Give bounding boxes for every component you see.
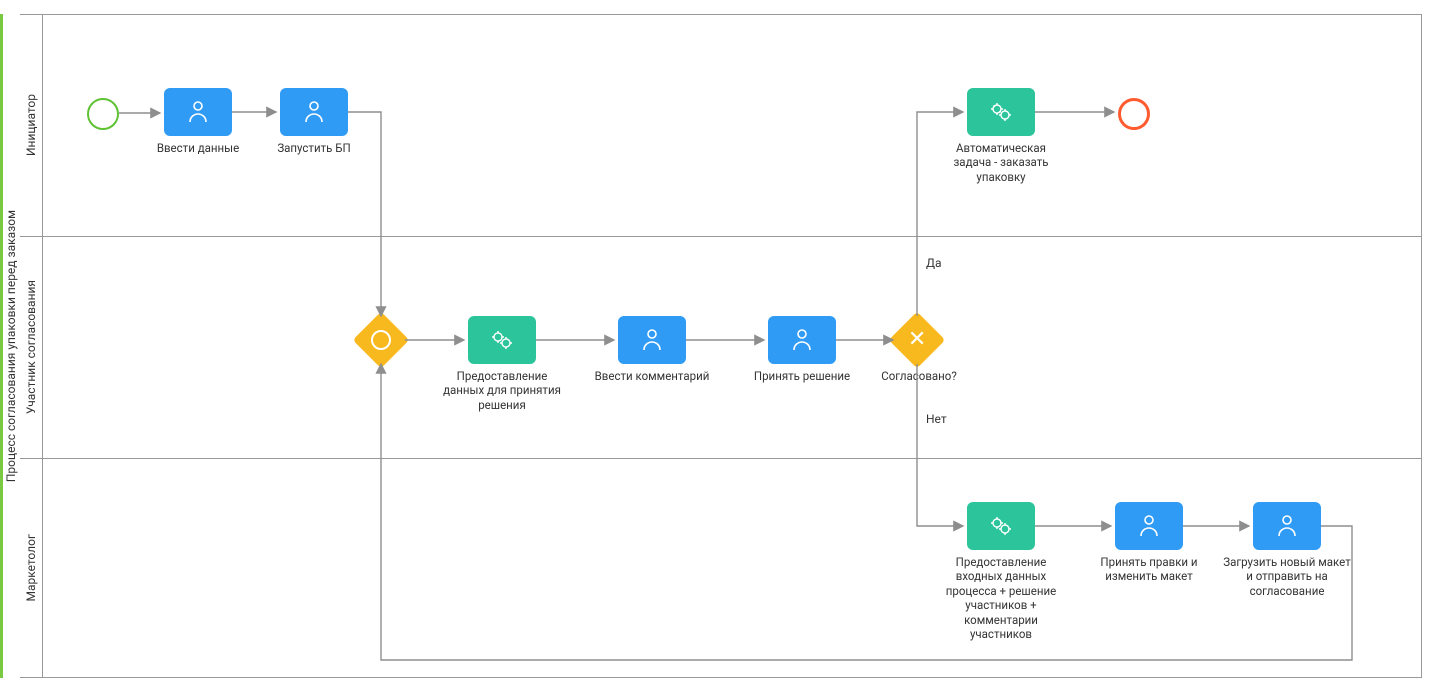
lane-title-approver: Участник согласования: [20, 236, 42, 458]
pool-title: Процесс согласования упаковки перед зака…: [2, 14, 20, 678]
task-start-bp[interactable]: [280, 88, 348, 136]
gateway-exclusive-label: Согласовано?: [880, 369, 958, 383]
task-make-decision[interactable]: [768, 316, 836, 364]
task-auto-order-label: Автоматическая задача - заказать упаковк…: [945, 141, 1057, 184]
start-event[interactable]: [87, 98, 119, 130]
task-enter-comment[interactable]: [618, 316, 686, 364]
task-make-decision-label: Принять решение: [742, 369, 862, 383]
lane-title-initiator: Инициатор: [20, 14, 42, 236]
flow-label-no: Нет: [926, 412, 947, 426]
task-provide-decision-data[interactable]: [468, 316, 536, 364]
flow-label-yes: Да: [926, 256, 942, 270]
bpmn-canvas: Процесс согласования упаковки перед зака…: [0, 0, 1429, 691]
process-icon: [489, 327, 515, 353]
task-enter-comment-label: Ввести комментарий: [590, 369, 714, 383]
gateway-inclusive[interactable]: [361, 320, 401, 360]
user-icon: [791, 328, 813, 352]
task-auto-order[interactable]: [967, 88, 1035, 136]
user-icon: [303, 100, 325, 124]
lane-divider-1: [20, 236, 1422, 237]
task-accept-edits[interactable]: [1115, 502, 1183, 550]
lane-title-marketer: Маркетолог: [20, 458, 42, 678]
task-provide-input-data[interactable]: [967, 502, 1035, 550]
task-upload-new-layout[interactable]: [1253, 502, 1321, 550]
process-icon: [988, 513, 1014, 539]
process-icon: [988, 99, 1014, 125]
task-provide-decision-data-label: Предоставление данных для принятия решен…: [440, 369, 564, 412]
gateway-exclusive[interactable]: ✕: [897, 320, 937, 360]
task-accept-edits-label: Принять правки и изменить макет: [1090, 555, 1208, 584]
end-event[interactable]: [1118, 98, 1150, 130]
user-icon: [1138, 514, 1160, 538]
user-icon: [187, 100, 209, 124]
pool-title-label: Процесс согласования упаковки перед зака…: [4, 210, 18, 482]
lane-header-divider: [42, 14, 43, 678]
task-enter-data[interactable]: [164, 88, 232, 136]
user-icon: [641, 328, 663, 352]
task-upload-new-layout-label: Загрузить новый макет и отправить на сог…: [1222, 555, 1352, 598]
lane-divider-2: [20, 458, 1422, 459]
task-provide-input-data-label: Предоставление входных данных процесса +…: [940, 555, 1062, 641]
user-icon: [1276, 514, 1298, 538]
task-start-bp-label: Запустить БП: [266, 141, 362, 155]
task-enter-data-label: Ввести данные: [150, 141, 246, 155]
